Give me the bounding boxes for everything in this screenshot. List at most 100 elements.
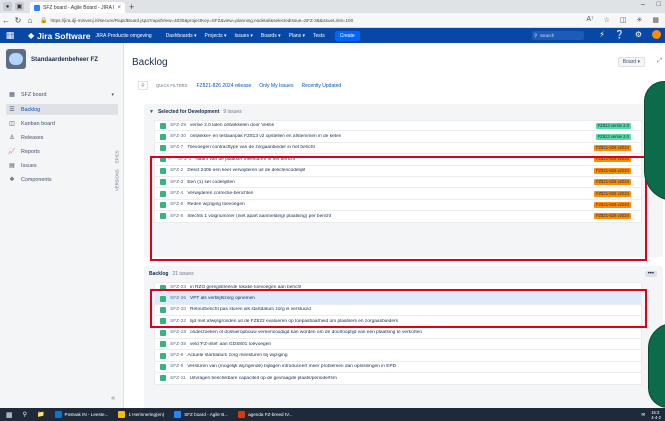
search-input[interactable]: ⚲ Search — [532, 31, 584, 40]
issue-key[interactable]: SFZ-29 — [170, 123, 186, 128]
favorites-icon[interactable]: ✳ — [637, 16, 643, 24]
settings-gear-icon[interactable]: ⚙ — [635, 30, 642, 39]
sidebar-item-label: Components — [21, 176, 52, 183]
issue-key[interactable]: SFZ-11 — [170, 376, 186, 381]
taskbar-app-browser[interactable]: SFZ board - Agile B... — [174, 411, 228, 418]
favorite-star-icon[interactable]: ☆ — [604, 16, 610, 24]
minimize-icon[interactable]: – — [641, 1, 645, 8]
bell-icon — [118, 411, 126, 418]
taskbar-app-powerpoint[interactable]: agenda FZ-breed IV... — [238, 411, 293, 418]
windows-start-icon[interactable]: ▦ — [6, 411, 13, 419]
backlog-issue-count: 21 issues — [172, 271, 194, 277]
board-menu-button[interactable]: Board ▾ — [617, 57, 645, 67]
file-explorer-icon[interactable]: 📁 — [37, 411, 44, 418]
system-tray: ✉ 15:3 4-4-2 — [641, 410, 661, 420]
create-button[interactable]: Create — [334, 30, 360, 41]
issue-row[interactable]: SFZ-8 Actuele startdatum zorg meesturen b… — [154, 350, 642, 362]
fix-version-badge[interactable]: FZ813 versie 2.0 — [595, 133, 631, 140]
sidebar-item-reports[interactable]: 📈 Reports — [6, 146, 118, 157]
quick-filter-recently-updated[interactable]: Recently Updated — [301, 83, 341, 89]
quick-filter-my-issues[interactable]: Only My Issues — [259, 83, 293, 89]
url-text: https://jira.dji-minvenj.nl/secure/Rapid… — [50, 17, 354, 23]
menu-projects[interactable]: Projects ▾ — [205, 33, 227, 39]
collections-icon[interactable]: ▦ — [652, 16, 659, 24]
more-actions-button[interactable]: ••• — [644, 271, 657, 277]
issue-summary: veld 'FZ-intel' aan GDS801 toevoegen — [190, 341, 272, 347]
taskbar-search-icon[interactable]: ⚲ — [23, 411, 27, 418]
story-type-icon — [160, 329, 166, 336]
new-tab-icon[interactable]: + — [129, 2, 134, 12]
refresh-icon[interactable]: ↻ — [12, 16, 24, 25]
issue-row[interactable]: SFZ-29 versie 2.0 laten ontwikkelen door … — [154, 120, 642, 132]
story-type-icon — [160, 363, 166, 370]
notifications-icon[interactable]: ⚡ — [599, 30, 605, 39]
sidebar-item-issues[interactable]: ▤ Issues — [6, 160, 118, 171]
quick-filter-release[interactable]: FZ821-826 2024 release — [197, 83, 252, 89]
menu-dashboards[interactable]: Dashboards ▾ — [166, 33, 197, 39]
issue-key[interactable]: SFZ-35 — [170, 342, 186, 347]
profile-icon[interactable]: ● — [3, 2, 12, 11]
epics-tab[interactable]: EPICS — [115, 151, 120, 164]
issue-row[interactable]: SFZ-35 veld 'FZ-intel' aan GDS801 toevoeg… — [154, 338, 642, 351]
user-avatar[interactable] — [652, 30, 661, 39]
backlog-header[interactable]: Backlog 21 issues ••• — [144, 266, 663, 282]
top-menu: Dashboards ▾ Projects ▾ Issues ▾ Boards … — [166, 33, 325, 39]
collapse-sidebar-icon[interactable]: « — [111, 395, 115, 402]
fix-version-badge[interactable]: FZ813 versie 2.0 — [595, 122, 631, 129]
close-tab-icon[interactable]: × — [117, 5, 121, 11]
issue-row[interactable]: SFZ-9 Versturen van (mogelijk wijzigende)… — [154, 361, 642, 374]
mail-tray-icon[interactable]: ✉ — [641, 412, 645, 418]
issue-row[interactable]: SFZ-30 ontwikkel- en testaanpak FZ813 v2 … — [154, 131, 642, 143]
home-icon[interactable]: ⌂ — [24, 16, 36, 25]
issue-key[interactable]: SFZ-19 — [170, 330, 186, 335]
caret-down-icon[interactable]: ▼ — [149, 109, 154, 115]
taskbar-app-outlook[interactable]: Postvak IN - Leeste... — [54, 411, 108, 418]
issue-row[interactable]: SFZ-19 onderzoeken of dossieropbouw veree… — [154, 327, 642, 339]
jira-logo[interactable]: ◆ Jira Software JIRA Productie omgeving — [28, 31, 152, 41]
url-field[interactable]: 🔒 https://jira.dji-minvenj.nl/secure/Rap… — [40, 15, 510, 25]
project-sidebar: Standaardenbeheer FZ ▦ SFZ board ▾ ☰ Bac… — [0, 43, 124, 408]
story-type-icon — [160, 144, 166, 151]
fullscreen-icon[interactable]: ⤢ — [657, 58, 662, 65]
backlog-name: Backlog — [149, 271, 169, 277]
sidebar-item-kanban-board[interactable]: ◫ Kanban board — [6, 118, 118, 129]
fix-version-badge[interactable]: FZ821-826 v2024 — [593, 144, 631, 151]
browser-tab[interactable]: SFZ board - Agile Board - JIRA F × — [30, 2, 125, 13]
read-aloud-icon[interactable]: A⁷ — [586, 16, 593, 24]
sidebar-item-sfz-board[interactable]: ▦ SFZ board ▾ — [6, 89, 118, 100]
back-icon[interactable]: ← — [0, 16, 12, 25]
taskbar-app-reminders[interactable]: 1 Herinnering(en) — [118, 411, 164, 418]
sidebar-item-backlog[interactable]: ☰ Backlog — [6, 104, 118, 115]
menu-issues[interactable]: Issues ▾ — [235, 33, 253, 39]
versions-tab[interactable]: VERSIONS — [115, 169, 120, 191]
sprint-header[interactable]: ▼ Selected for Development 9 issues — [144, 104, 663, 120]
clock[interactable]: 15:3 4-4-2 — [651, 410, 661, 420]
maximize-icon[interactable]: □ — [657, 1, 661, 8]
project-header[interactable]: Standaardenbeheer FZ — [6, 49, 98, 69]
tab-actions-icon[interactable]: ▣ — [15, 2, 24, 11]
side-panel-tabs: VERSIONS EPICS — [112, 131, 122, 191]
app-switcher-icon[interactable]: ▦ — [4, 30, 16, 41]
issue-key[interactable]: SFZ-30 — [170, 134, 186, 139]
split-screen-icon[interactable]: ◫ — [620, 16, 627, 24]
jira-logo-text: Jira Software — [37, 30, 91, 41]
browser-toolbar-icons: A⁷ ☆ ◫ ✳ ▦ — [586, 16, 659, 24]
sidebar-item-releases[interactable]: ⚓ Releases — [6, 132, 118, 143]
help-icon[interactable]: ❔ — [615, 30, 625, 39]
address-bar-row: ← ↻ ⌂ 🔒 https://jira.dji-minvenj.nl/secu… — [0, 13, 665, 28]
story-type-icon — [160, 122, 166, 129]
sprint-name: Selected for Development — [157, 109, 220, 115]
issue-key[interactable]: SFZ-7 — [170, 145, 183, 150]
menu-tests[interactable]: Tests — [313, 33, 325, 39]
chevron-down-icon[interactable]: ▾ — [111, 92, 114, 98]
issue-key[interactable]: SFZ-8 — [170, 353, 183, 358]
menu-boards[interactable]: Boards ▾ — [261, 33, 281, 39]
chart-icon: 📈 — [8, 149, 16, 155]
menu-plans[interactable]: Plans ▾ — [289, 33, 305, 39]
issue-row[interactable]: SFZ-11 Uitvragen beschikbare capaciteit o… — [154, 373, 642, 385]
issue-summary: ontwikkel- en testaanpak FZ813 v2 opstel… — [190, 134, 342, 140]
sidebar-item-components[interactable]: ❖ Components — [6, 174, 118, 185]
filter-search-icon[interactable]: ⚲ — [138, 81, 148, 90]
issue-row[interactable]: SFZ-7 Toevoegen contracttype van de zorga… — [154, 142, 642, 155]
issue-key[interactable]: SFZ-9 — [170, 364, 183, 369]
